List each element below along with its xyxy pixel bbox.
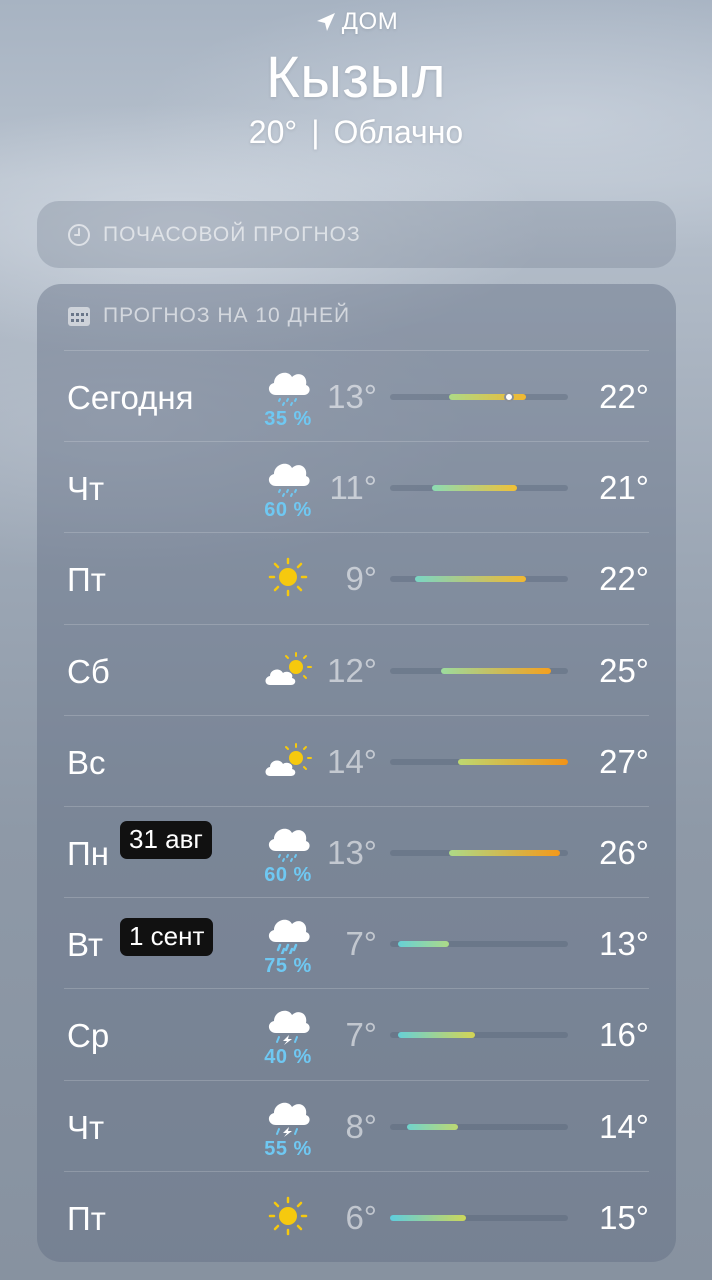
day-label: Чт — [67, 1108, 105, 1146]
temperature-range-bar — [390, 1123, 568, 1130]
forecast-row-8[interactable]: Чт 55 % 8° 14° — [64, 1079, 649, 1171]
forecast-row-5[interactable]: Пн 60 % 13° 26° 31 авг — [64, 805, 649, 897]
high-temperature: 21° — [599, 469, 649, 507]
low-temperature: 13° — [327, 833, 377, 871]
high-temperature: 15° — [599, 1198, 649, 1236]
day-label: Сегодня — [67, 379, 194, 416]
current-conditions: 20° | Облачно — [0, 114, 712, 151]
calendar-icon — [68, 307, 90, 326]
temperature-range-bar — [390, 392, 568, 402]
sun-icon — [262, 1194, 314, 1238]
forecast-row-6[interactable]: Вт 75 % 7° 13° 1 сент — [64, 897, 649, 988]
partly-sunny-icon — [262, 647, 314, 691]
partly-sunny-icon — [262, 738, 314, 782]
conditions-separator: | — [311, 114, 320, 150]
day-label: Сб — [67, 652, 110, 690]
precipitation-chance: 40 % — [264, 1046, 312, 1069]
temperature-range-fill — [390, 1214, 467, 1221]
low-temperature: 11° — [329, 469, 377, 507]
location-arrow-icon — [316, 13, 335, 31]
temperature-range-fill — [398, 1032, 475, 1039]
day-label: Чт — [67, 470, 105, 508]
cloud-rain-icon — [262, 910, 314, 955]
high-temperature: 13° — [599, 925, 649, 963]
cloud-drizzle-icon — [262, 363, 314, 407]
forecast-row-4[interactable]: Вс 14° 27° — [64, 714, 649, 806]
current-condition: Облачно — [333, 114, 464, 150]
current-temperature: 20° — [248, 114, 298, 150]
forecast-row-0[interactable]: Сегодня 35 % 13° 22° — [64, 350, 649, 441]
day-label: Пн — [67, 834, 109, 872]
low-temperature: 8° — [345, 1107, 377, 1145]
low-temperature: 12° — [327, 651, 377, 689]
forecast-row-1[interactable]: Чт 60 % 11° 21° — [64, 441, 649, 532]
cloud-thunderstorm-icon — [262, 1093, 314, 1137]
low-temperature: 9° — [345, 560, 377, 598]
ten-day-header: ПРОГНОЗ НА 10 ДНЕЙ — [67, 304, 350, 328]
forecast-row-7[interactable]: Ср 40 % 7° 16° — [64, 988, 649, 1079]
precipitation-chance: 55 % — [264, 1137, 312, 1160]
high-temperature: 25° — [599, 651, 649, 689]
temperature-range-bar — [390, 485, 568, 492]
location-label: ДОМ — [341, 8, 399, 35]
low-temperature: 7° — [345, 925, 377, 963]
temperature-range-fill — [406, 1123, 458, 1130]
high-temperature: 27° — [599, 742, 649, 780]
low-temperature: 14° — [327, 742, 377, 780]
temperature-range-bar — [390, 758, 568, 765]
temperature-range-fill — [449, 849, 560, 856]
temperature-range-fill — [457, 758, 568, 765]
temperature-range-bar — [390, 1032, 568, 1039]
ten-day-forecast-card: ПРОГНОЗ НА 10 ДНЕЙ Сегодня 35 % 13° 22° Чт 60… — [37, 284, 676, 1262]
day-label: Пт — [67, 561, 106, 599]
forecast-row-9[interactable]: Пт 6° 15° — [64, 1170, 649, 1262]
temperature-range-fill — [415, 576, 526, 583]
city-name: Кызыл — [265, 45, 447, 110]
temperature-range-bar — [390, 667, 568, 674]
temperature-range-bar — [390, 849, 568, 856]
precipitation-chance: 75 % — [264, 955, 312, 978]
temperature-range-bar — [390, 576, 568, 583]
cloud-drizzle-icon — [262, 454, 314, 498]
hourly-forecast-card[interactable]: ПОЧАСОВОЙ ПРОГНОЗ — [37, 201, 676, 268]
low-temperature: 6° — [345, 1198, 377, 1236]
location-line: ДОМ — [0, 8, 712, 36]
high-temperature: 22° — [599, 378, 649, 415]
current-temperature-dot — [503, 392, 514, 402]
day-label: Ср — [67, 1017, 110, 1055]
ten-day-label: ПРОГНОЗ НА 10 ДНЕЙ — [103, 304, 351, 327]
temperature-range-fill — [398, 941, 450, 948]
hourly-forecast-label: ПОЧАСОВОЙ ПРОГНОЗ — [103, 222, 361, 246]
temperature-range-bar — [390, 941, 568, 948]
clock-icon — [68, 223, 90, 246]
day-label: Вс — [67, 743, 106, 781]
high-temperature: 14° — [599, 1107, 649, 1145]
day-label: Пт — [67, 1199, 106, 1237]
precipitation-chance: 35 % — [264, 408, 312, 430]
day-label: Вт — [67, 926, 104, 964]
low-temperature: 7° — [345, 1016, 377, 1054]
forecast-row-3[interactable]: Сб 12° 25° — [64, 623, 649, 715]
precipitation-chance: 60 % — [264, 499, 312, 522]
date-badge: 1 сент — [120, 918, 214, 957]
high-temperature: 16° — [599, 1016, 649, 1054]
cloud-drizzle-icon — [262, 819, 314, 863]
temperature-range-fill — [432, 485, 518, 492]
high-temperature: 26° — [599, 833, 649, 871]
sun-icon — [262, 555, 314, 599]
forecast-row-2[interactable]: Пт 9° 22° — [64, 532, 649, 623]
temperature-range-bar — [390, 1214, 568, 1221]
forecast-list: Сегодня 35 % 13° 22° Чт 60 % 11° 21° Пт 9° 22° Сб 12… — [64, 350, 649, 1262]
date-badge: 31 авг — [120, 820, 212, 859]
precipitation-chance: 60 % — [264, 863, 312, 886]
cloud-thunderstorm-icon — [262, 1001, 314, 1046]
temperature-range-fill — [440, 667, 552, 674]
low-temperature: 13° — [327, 378, 377, 415]
temperature-range-fill — [449, 394, 526, 400]
high-temperature: 22° — [599, 560, 649, 598]
